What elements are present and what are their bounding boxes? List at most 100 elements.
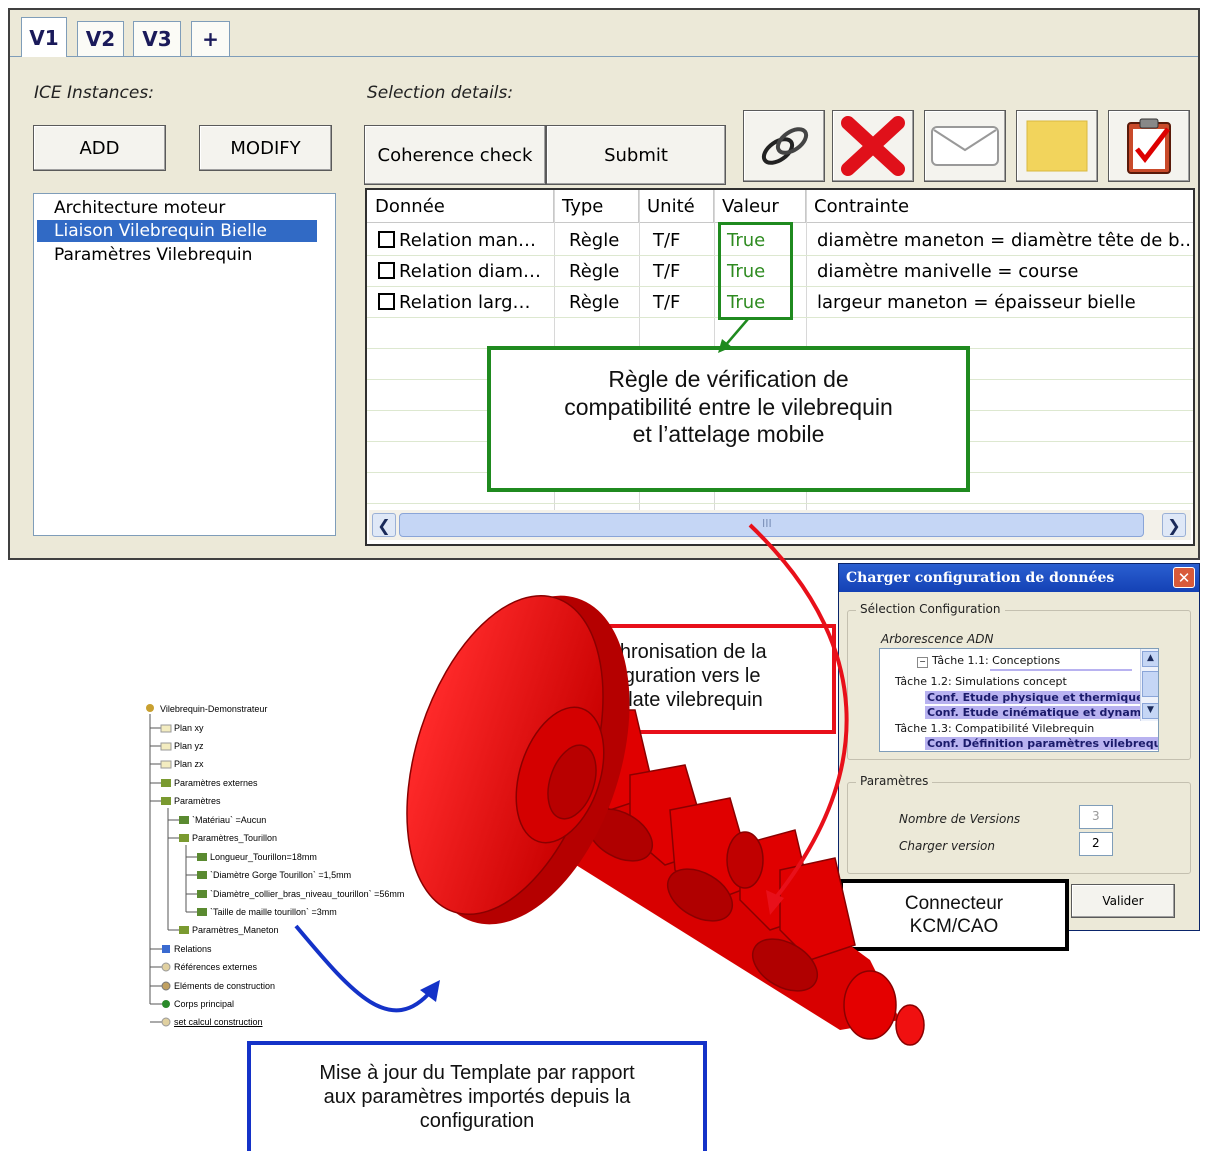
red-arrow	[748, 523, 849, 915]
tab-v2[interactable]: V2	[77, 21, 124, 56]
cell-contrainte[interactable]: diamètre manivelle = course	[809, 256, 1193, 287]
tree-item[interactable]: Conf. Définition paramètres vilebrequi	[925, 737, 1158, 750]
spec-node[interactable]: Paramètres_Maneton	[192, 925, 279, 936]
callout-line: configuration	[419, 1110, 535, 1132]
mail-icon	[931, 126, 999, 166]
instances-label: ICE Instances:	[34, 83, 154, 103]
submit-button[interactable]: Submit	[546, 125, 726, 185]
tree-item-label: Conf. Définition paramètres vilebrequi	[925, 737, 1158, 750]
tree-item[interactable]: Conf. Etude cinématique et dynamique	[925, 706, 1158, 719]
plane-icon	[160, 760, 172, 769]
tab-v3[interactable]: V3	[133, 21, 181, 56]
row-checkbox[interactable]	[378, 231, 395, 248]
cell-donnee[interactable]: Relation diam…	[397, 256, 554, 287]
spec-node[interactable]: Longueur_Tourillon=18mm	[210, 852, 317, 863]
spec-node[interactable]: Eléments de construction	[174, 981, 275, 992]
spec-node[interactable]: Plan yz	[174, 741, 204, 752]
modify-button[interactable]: MODIFY	[199, 125, 332, 171]
instance-list[interactable]: Architecture moteur Liaison Vilebrequin …	[33, 193, 336, 536]
callout-template-update: Mise à jour du Template par rapport aux …	[247, 1041, 707, 1151]
callout-line: et l’attelage mobile	[632, 421, 825, 448]
tab-add[interactable]: +	[191, 21, 230, 56]
parameters-icon	[161, 797, 171, 805]
spec-node[interactable]: `Diamètre Gorge Tourillon` =1,5mm	[210, 870, 351, 881]
spec-node[interactable]: Plan zx	[174, 759, 204, 770]
scroll-down-icon[interactable]: ▼	[1142, 703, 1158, 719]
spec-tree: Vilebrequin-Demonstrateur Plan xy Plan y…	[140, 698, 440, 1028]
tree-scroll-thumb[interactable]	[1142, 671, 1158, 697]
construction-icon	[161, 981, 171, 991]
parameters-icon	[179, 926, 189, 934]
tab-v1[interactable]: V1	[21, 17, 67, 57]
load-version-field[interactable]: 2	[1079, 832, 1113, 856]
mail-button[interactable]	[924, 110, 1006, 182]
validate-button[interactable]: Valider	[1071, 884, 1175, 918]
cell-donnee[interactable]: Relation man…	[397, 225, 554, 256]
link-button[interactable]	[743, 110, 825, 182]
delete-button[interactable]	[832, 110, 914, 182]
parameters-icon	[179, 834, 189, 842]
green-arrow	[718, 318, 749, 353]
spec-node[interactable]: Paramètres	[174, 796, 221, 807]
scroll-left-icon[interactable]: ❮	[372, 513, 396, 537]
relations-icon	[162, 945, 170, 953]
scroll-up-icon[interactable]: ▲	[1142, 651, 1158, 667]
geometric-set-icon	[161, 1017, 171, 1027]
close-icon[interactable]: ✕	[1173, 567, 1195, 588]
column-header[interactable]: Type	[554, 190, 639, 223]
tab-strip-line	[10, 56, 1198, 57]
cell-type[interactable]: Règle	[561, 225, 639, 256]
add-button[interactable]: ADD	[33, 125, 166, 171]
list-item[interactable]: Paramètres Vilebrequin	[37, 244, 317, 266]
delete-icon	[841, 116, 905, 176]
list-item[interactable]: Architecture moteur	[37, 197, 317, 219]
scroll-right-icon[interactable]: ❯	[1162, 513, 1186, 537]
plane-icon	[160, 724, 172, 733]
spec-node[interactable]: Relations	[174, 944, 212, 955]
cell-unite[interactable]: T/F	[645, 287, 714, 318]
spec-node[interactable]: Paramètres_Tourillon	[192, 833, 277, 844]
column-header[interactable]: Donnée	[367, 190, 554, 223]
cell-contrainte[interactable]: largeur maneton = épaisseur bielle	[809, 287, 1193, 318]
parameter-icon	[197, 871, 207, 879]
spec-node[interactable]: Paramètres externes	[174, 778, 258, 789]
plane-icon	[160, 742, 172, 751]
row-checkbox[interactable]	[378, 293, 395, 310]
spec-node[interactable]: Références externes	[174, 962, 257, 973]
selection-details-label: Selection details:	[367, 83, 514, 103]
column-header[interactable]: Contrainte	[806, 190, 1193, 223]
callout-line: Mise à jour du Template par rapport	[319, 1062, 635, 1084]
parameter-icon	[179, 816, 189, 824]
spec-node[interactable]: Vilebrequin-Demonstrateur	[160, 704, 267, 715]
note-button[interactable]	[1016, 110, 1098, 182]
cell-type[interactable]: Règle	[561, 256, 639, 287]
spec-node[interactable]: `Diamètre_collier_bras_niveau_tourillon`…	[210, 889, 404, 900]
list-item[interactable]: Liaison Vilebrequin Bielle	[37, 220, 317, 242]
parameter-icon	[197, 890, 207, 898]
tree-scrollbar[interactable]: ▲ ▼	[1140, 649, 1158, 721]
callout-line: compatibilité entre le vilebrequin	[564, 393, 893, 420]
parameter-icon	[197, 908, 207, 916]
parameters-icon	[161, 779, 171, 787]
spec-node[interactable]: Corps principal	[174, 999, 234, 1010]
callout-line: Règle de vérification de	[608, 366, 849, 392]
checklist-icon	[1127, 118, 1171, 174]
checklist-button[interactable]	[1108, 110, 1190, 182]
parameter-icon	[197, 853, 207, 861]
tree-hl-strip	[990, 669, 1132, 671]
cell-type[interactable]: Règle	[561, 287, 639, 318]
coherence-check-button[interactable]: Coherence check	[364, 125, 546, 185]
column-header[interactable]: Valeur	[714, 190, 806, 223]
row-checkbox[interactable]	[378, 262, 395, 279]
cell-contrainte[interactable]: diamètre maneton = diamètre tête de b..	[809, 225, 1193, 256]
spec-node[interactable]: set calcul construction	[174, 1017, 263, 1028]
cell-unite[interactable]: T/F	[645, 256, 714, 287]
valeur-highlight	[718, 222, 793, 320]
cell-donnee[interactable]: Relation larg…	[397, 287, 554, 318]
cell-unite[interactable]: T/F	[645, 225, 714, 256]
callout-line: aux paramètres importés depuis la	[323, 1086, 631, 1108]
spec-node[interactable]: Plan xy	[174, 723, 204, 734]
spec-node[interactable]: `Matériau` =Aucun	[192, 815, 266, 826]
spec-node[interactable]: `Taille de maille tourillon` =3mm	[210, 907, 337, 918]
column-header[interactable]: Unité	[639, 190, 714, 223]
